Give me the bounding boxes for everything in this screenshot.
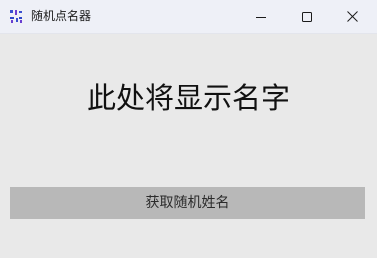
maximize-icon bbox=[302, 11, 312, 22]
minimize-icon bbox=[256, 16, 266, 18]
title-bar[interactable]: 随机点名器 bbox=[0, 0, 377, 34]
client-area: 此处将显示名字 获取随机姓名 bbox=[0, 34, 377, 258]
get-random-name-button[interactable]: 获取随机姓名 bbox=[10, 187, 365, 219]
minimize-button[interactable] bbox=[238, 0, 284, 33]
window-title: 随机点名器 bbox=[31, 9, 92, 23]
app-icon bbox=[9, 9, 24, 24]
close-button[interactable] bbox=[329, 0, 375, 33]
close-icon bbox=[346, 11, 358, 22]
app-window: 随机点名器 此处将显示名字 获取随机姓名 bbox=[0, 0, 377, 258]
maximize-button[interactable] bbox=[284, 0, 330, 33]
name-display-label: 此处将显示名字 bbox=[86, 81, 290, 115]
